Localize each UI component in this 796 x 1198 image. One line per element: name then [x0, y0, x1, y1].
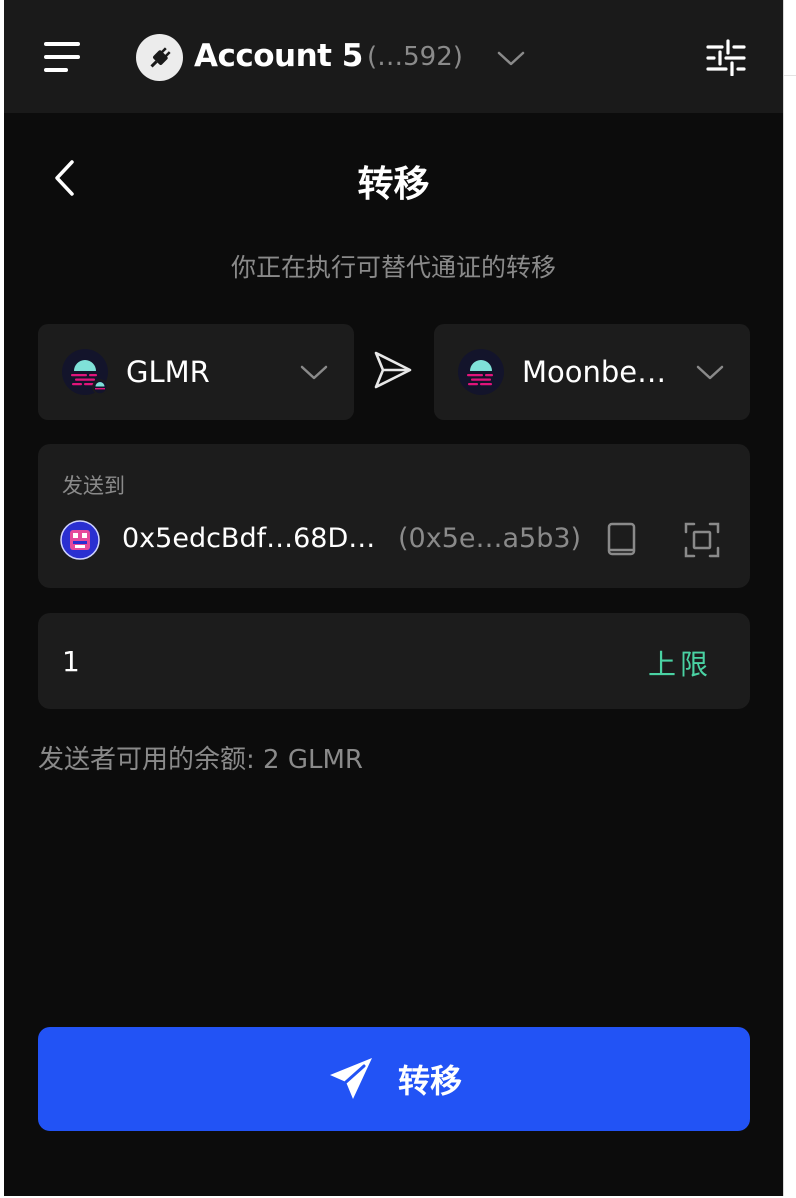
amount-value[interactable]: 1: [62, 645, 80, 678]
recipient-short-address: (0x5e…a5b3): [398, 523, 582, 554]
page-subtitle: 你正在执行可替代通证的转移: [230, 253, 556, 282]
address-book-icon[interactable]: [604, 520, 640, 560]
send-icon: [329, 1058, 372, 1099]
page-edge-divider: [784, 75, 796, 76]
moonbeam-network-icon: [458, 349, 504, 395]
network-selector[interactable]: Moonbe…: [434, 324, 750, 420]
chevron-down-icon[interactable]: [494, 44, 528, 72]
recipient-avatar: [60, 520, 100, 560]
transfer-button[interactable]: 转移: [38, 1027, 750, 1131]
token-selector-label: GLMR: [126, 355, 210, 389]
recipient-field[interactable]: 发送到 0x5edcBdf…68D… (0x5e…a5b3): [38, 444, 750, 588]
account-address: (…592): [367, 42, 463, 72]
recipient-address: 0x5edcBdf…68D…: [122, 523, 376, 554]
top-header: Account 5 (…592): [4, 0, 783, 113]
chevron-down-icon: [694, 358, 726, 386]
max-button[interactable]: 上限: [648, 643, 712, 683]
sender-balance: 发送者可用的余额: 2 GLMR: [38, 745, 363, 775]
account-name[interactable]: Account 5: [194, 38, 363, 74]
chevron-down-icon: [298, 358, 330, 386]
glmr-token-icon: [62, 349, 108, 395]
plug-icon: [136, 34, 183, 81]
recipient-label: 发送到: [62, 474, 125, 498]
send-direction-icon: [370, 346, 416, 394]
menu-icon[interactable]: [42, 40, 82, 74]
page-title: 转移: [357, 164, 430, 205]
network-selector-label: Moonbe…: [522, 355, 667, 389]
scan-qr-icon[interactable]: [682, 520, 722, 560]
wallet-app: Account 5 (…592) 转移 你正在执行可替代通证的转移 GLMR M…: [4, 0, 784, 1196]
settings-sliders-icon[interactable]: [704, 38, 748, 77]
token-selector[interactable]: GLMR: [38, 324, 354, 420]
amount-input[interactable]: 1 上限: [38, 613, 750, 709]
transfer-button-label: 转移: [397, 1062, 462, 1100]
